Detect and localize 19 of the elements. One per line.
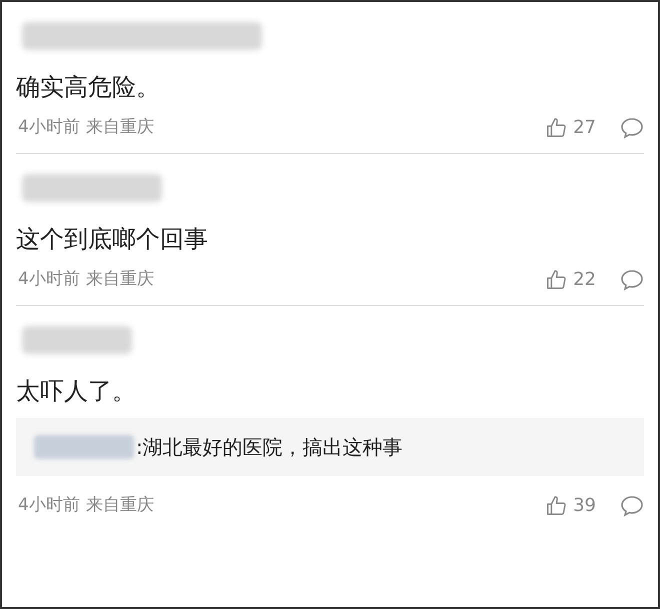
like-count: 39: [573, 494, 596, 518]
speech-bubble-icon[interactable]: [620, 268, 644, 290]
comment-location: 来自重庆: [86, 494, 154, 517]
like-count: 27: [573, 116, 596, 140]
speech-bubble-icon[interactable]: [620, 116, 644, 138]
speech-bubble-icon[interactable]: [620, 494, 644, 516]
comment-location: 来自重庆: [86, 268, 154, 291]
comment-time: 4小时前: [18, 268, 80, 291]
comment-time: 4小时前: [18, 494, 80, 517]
comment-text: 太吓人了。: [16, 376, 137, 407]
comment-text: 确实高危险。: [16, 72, 161, 103]
thumbs-up-icon[interactable]: [545, 116, 568, 138]
comment-text: 这个到底啷个回事: [16, 224, 209, 255]
comment-location: 来自重庆: [86, 116, 154, 139]
thumbs-up-icon[interactable]: [545, 494, 568, 516]
thumbs-up-icon[interactable]: [545, 268, 568, 290]
like-count: 22: [573, 268, 596, 292]
reply-text: :湖北最好的医院，搞出这种事: [136, 434, 403, 461]
comment-time: 4小时前: [18, 116, 80, 139]
